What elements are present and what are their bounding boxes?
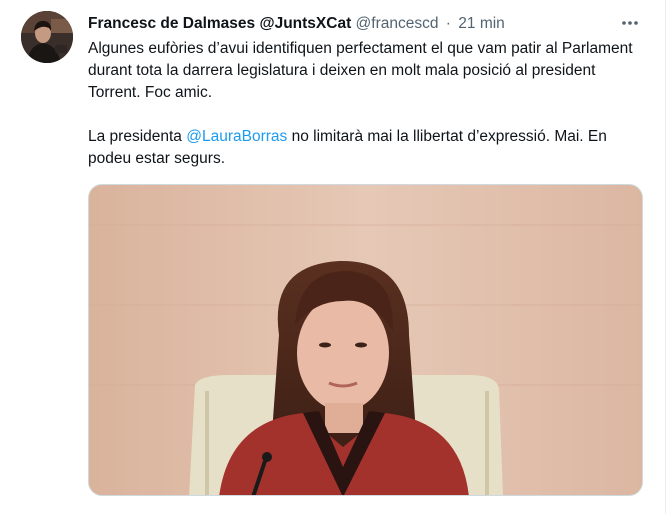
tweet[interactable]: Francesc de Dalmases @JuntsXCat @frances… [0,0,666,514]
author-handle[interactable]: @francescd [356,15,439,32]
more-horizontal-icon [622,21,638,25]
tweet-paragraph-2: La presidenta @LauraBorras no limitarà m… [88,126,644,170]
timestamp[interactable]: 21 min [458,15,505,32]
paragraph-2-lead: La presidenta [88,128,187,145]
media-image [89,185,642,495]
tweet-media[interactable] [88,184,643,496]
tweet-text: Algunes eufòries d’avui identifiquen per… [88,38,644,170]
mention-link[interactable]: @LauraBorras [186,128,287,145]
next-content-edge [88,508,648,514]
tweet-paragraph-1: Algunes eufòries d’avui identifiquen per… [88,40,633,101]
avatar[interactable] [21,11,73,63]
tweet-header: Francesc de Dalmases @JuntsXCat @frances… [88,14,625,34]
author-name[interactable]: Francesc de Dalmases @JuntsXCat [88,15,351,32]
more-button[interactable] [619,13,641,33]
separator: · [445,15,451,32]
